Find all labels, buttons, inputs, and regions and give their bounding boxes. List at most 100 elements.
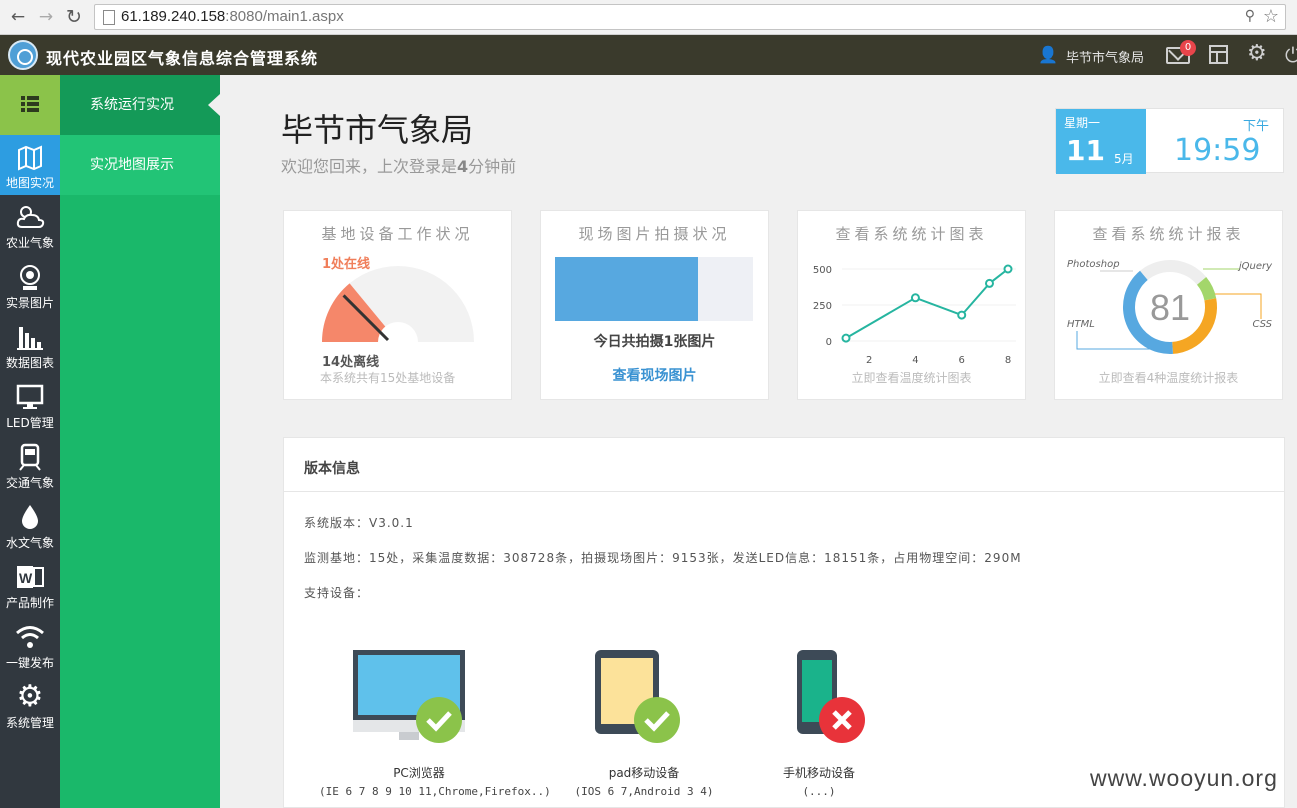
device-label: pad移动设备 [608,766,680,780]
monitor-icon [16,384,44,409]
day-number: 11 [1066,134,1105,167]
x-tick-label: 2 [866,355,872,364]
card-title: 基地设备工作状况 [321,225,474,243]
device-sub: (IOS 6 7,Android 3 4) [574,785,714,798]
donut-chart: Photoshop jQuery CSS HTML 81 [1067,259,1273,354]
x-tick-label: 8 [1005,355,1011,364]
photo-progress-fill [555,257,698,321]
sidebar-item-map[interactable]: 地图实况 [0,135,60,195]
word-doc-icon: W [17,566,44,588]
sidebar-item-label: 交通气象 [5,476,54,490]
view-photos-link[interactable]: 查看现场图片 [541,365,768,385]
sidebar-item-label: 数据图表 [5,356,54,370]
page-title: 毕节市气象局 [281,111,474,149]
sidebar-item-led[interactable]: LED管理 [0,375,60,435]
x-tick-label: 6 [959,355,965,364]
card-foot[interactable]: 立即查看4种温度统计报表 [1055,369,1282,386]
pc-monitor-icon [353,650,465,743]
offline-count: 14处离线 [322,355,380,370]
sidebar-item-agri-weather[interactable]: 农业气象 [0,195,60,255]
sidebar-item-label: 地图实况 [5,176,54,190]
device-pc: PC浏览器 (IE 6 7 8 9 10 11,Chrome,Firefox..… [319,646,551,806]
sidebar-item-system[interactable]: ⚙ 系统管理 [0,675,60,735]
sidebar-item-charts[interactable]: 数据图表 [0,315,60,375]
watermark: www.wooyun.org [1090,765,1278,791]
url-text[interactable]: 61.189.240.158:8080/main1.aspx [121,8,344,25]
submenu-item-system-status[interactable]: 系统运行实况 [60,75,220,135]
sidebar-item-hydro[interactable]: 水文气象 [0,495,60,555]
data-point [910,293,920,303]
grid-menu-icon [21,96,39,112]
menu-toggle-button[interactable] [0,75,60,135]
address-bar[interactable]: 61.189.240.158:8080/main1.aspx ⚲ ☆ [94,4,1286,30]
submenu-item-map-display[interactable]: 实况地图展示 [60,135,220,195]
stats-report-card[interactable]: 查看系统统计报表 Photoshop jQuery CSS HTML 81 立即查看4种… [1054,210,1283,400]
device-label: 手机移动设备 [782,766,855,780]
legend-label: CSS [1252,319,1272,330]
device-pad: pad移动设备 (IOS 6 7,Android 3 4) [544,646,744,806]
stats-chart-card[interactable]: 查看系统统计图表 500 250 0 2 4 6 8 立即查看温度统计图表 [797,210,1026,400]
reload-icon[interactable]: ↻ [64,7,84,27]
series-line [845,268,1009,339]
sidebar-item-product[interactable]: W 产品制作 [0,555,60,615]
svg-text:W: W [19,570,33,586]
am-pm: 下午 [1242,119,1269,134]
layout-icon[interactable] [1209,45,1228,64]
browser-toolbar: ← → ↻ 61.189.240.158:8080/main1.aspx ⚲ ☆ [0,0,1297,35]
sidebar-item-photos[interactable]: 实景图片 [0,255,60,315]
sidebar-item-label: 产品制作 [5,596,54,610]
device-status-card[interactable]: 基地设备工作状况 1处在线 14处离线 本系统共有15处基地设备 [283,210,512,400]
photo-progress-bar [555,257,753,321]
sidebar-item-label: 系统管理 [5,716,54,730]
device-gauge [322,266,474,342]
bookmark-star-icon[interactable]: ☆ [1263,6,1279,27]
settings-gear-icon[interactable]: ⚙ [1247,41,1267,66]
card-title: 现场图片拍摄状况 [578,225,731,243]
back-arrow-icon[interactable]: ← [8,7,28,27]
forward-arrow-icon[interactable]: → [36,7,56,27]
user-name[interactable]: 毕节市气象局 [1066,47,1144,66]
card-title: 查看系统统计图表 [835,225,988,243]
data-point [1003,264,1013,274]
date-panel: 星期一 11 5月 [1056,109,1146,174]
active-arrow-icon [208,94,220,116]
submenu-item-label: 系统运行实况 [90,97,174,113]
photo-status-card[interactable]: 现场图片拍摄状况 今日共拍摄1张图片 查看现场图片 [540,210,769,400]
key-icon[interactable]: ⚲ [1245,8,1255,24]
stats-line: 监测基地：15处，采集温度数据：308728条，拍摄现场图片：9153张，发送L… [304,551,1022,565]
device-sub: (...) [802,785,836,798]
sidebar-item-label: 农业气象 [5,236,54,250]
x-tick-label: 4 [912,355,918,364]
tablet-icon [595,650,680,743]
submenu-item-label: 实况地图展示 [90,157,174,173]
sidebar-item-traffic[interactable]: 交通气象 [0,435,60,495]
sidebar-item-label: 一键发布 [5,656,54,670]
version-info-panel: 版本信息 系统版本：V3.0.1 监测基地：15处，采集温度数据：308728条… [283,437,1285,808]
camera-icon [20,265,40,290]
cloud-sun-icon [16,206,45,228]
logo-icon [8,40,38,70]
legend-label: HTML [1067,319,1095,330]
data-point [957,310,967,320]
user-icon[interactable]: 👤 [1038,45,1058,64]
app-header: 现代农业园区气象信息综合管理系统 👤 毕节市气象局 0 ⚙ ⏻ [0,35,1297,75]
version-title: 版本信息 [304,461,360,477]
y-tick-label: 250 [813,301,832,312]
power-icon[interactable]: ⏻ [1285,43,1297,67]
card-foot[interactable]: 立即查看温度统计图表 [798,369,1025,386]
legend-label: Photoshop [1067,259,1120,270]
page-icon [103,10,115,25]
device-phone: 手机移动设备 (...) [719,646,919,806]
phone-icon [797,650,865,743]
sidebar-item-publish[interactable]: 一键发布 [0,615,60,675]
water-drop-icon [22,505,38,529]
donut-slice [1140,259,1207,285]
device-total: 本系统共有15处基地设备 [320,371,456,385]
y-tick-label: 0 [826,337,832,348]
bar-chart-icon [17,327,43,350]
clock-time: 19:59 [1174,133,1261,168]
data-point [841,333,851,343]
data-point [984,278,994,288]
wifi-icon [16,626,44,648]
month: 5月 [1114,152,1134,166]
